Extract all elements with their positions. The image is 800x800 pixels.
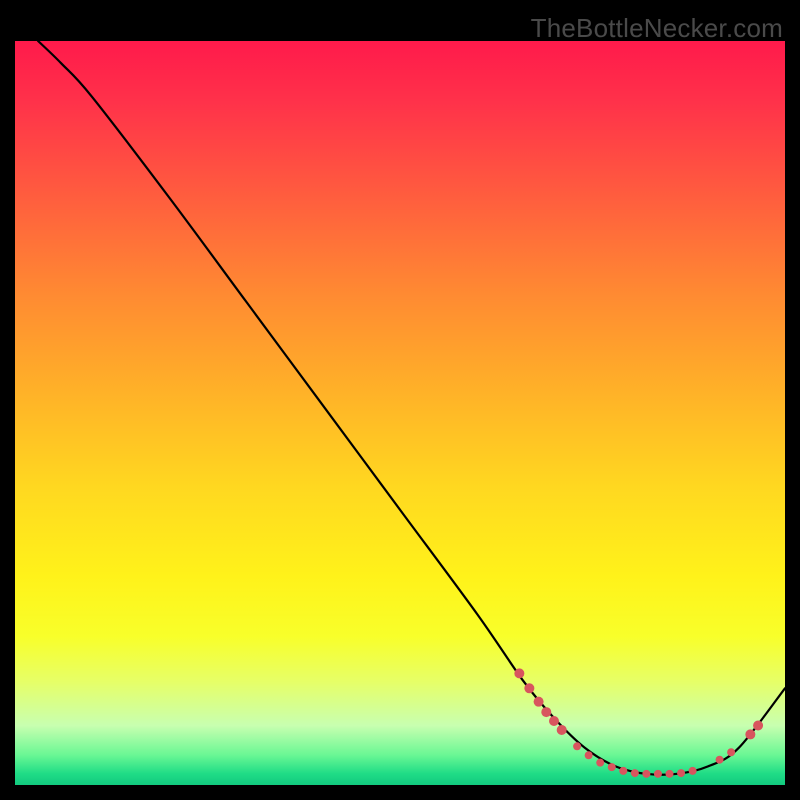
plot-area	[15, 41, 785, 785]
bottleneck-curve	[38, 41, 785, 775]
watermark-text: TheBottleNecker.com	[531, 13, 783, 44]
highlight-dot	[549, 716, 559, 726]
highlight-dot	[689, 767, 697, 775]
highlight-dot	[677, 769, 685, 777]
highlight-dot	[573, 742, 581, 750]
highlight-dot	[524, 683, 534, 693]
highlight-dot	[727, 748, 735, 756]
highlight-dot	[596, 759, 604, 767]
highlight-dot	[716, 756, 724, 764]
chart-frame: TheBottleNecker.com	[15, 15, 785, 785]
highlight-dot	[608, 763, 616, 771]
highlight-dots	[514, 668, 763, 777]
highlight-dot	[666, 770, 674, 778]
highlight-dot	[631, 769, 639, 777]
highlight-dot	[654, 770, 662, 778]
highlight-dot	[534, 697, 544, 707]
highlight-dot	[745, 729, 755, 739]
highlight-dot	[557, 725, 567, 735]
highlight-dot	[514, 668, 524, 678]
curve-layer	[15, 41, 785, 785]
highlight-dot	[619, 767, 627, 775]
highlight-dot	[753, 720, 763, 730]
highlight-dot	[642, 770, 650, 778]
highlight-dot	[541, 707, 551, 717]
highlight-dot	[585, 751, 593, 759]
